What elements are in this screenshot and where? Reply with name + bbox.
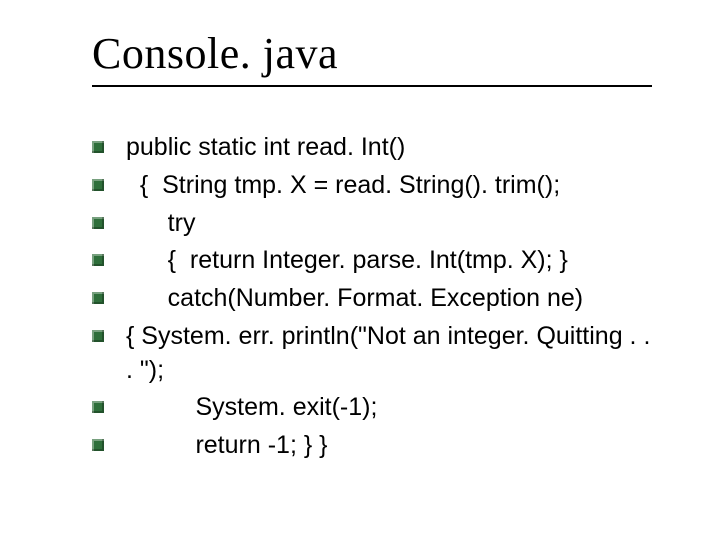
- list-item: public static int read. Int(): [92, 131, 660, 165]
- bullet-icon: [92, 217, 104, 229]
- list-item: { return Integer. parse. Int(tmp. X); }: [92, 244, 660, 278]
- bullet-icon: [92, 401, 104, 413]
- list-item: try: [92, 207, 660, 241]
- list-item: System. exit(-1);: [92, 391, 660, 425]
- bullet-icon: [92, 439, 104, 451]
- bullet-icon: [92, 330, 104, 342]
- code-line: System. exit(-1);: [126, 391, 660, 425]
- code-line: catch(Number. Format. Exception ne): [126, 282, 660, 316]
- code-line: { String tmp. X = read. String(). trim()…: [126, 169, 660, 203]
- bullet-icon: [92, 254, 104, 266]
- list-item: return -1; } }: [92, 429, 660, 463]
- list-item: { System. err. println("Not an integer. …: [92, 320, 660, 388]
- bullet-icon: [92, 141, 104, 153]
- slide-body: public static int read. Int() { String t…: [92, 131, 660, 463]
- title-underline: [92, 85, 652, 87]
- code-line: public static int read. Int(): [126, 131, 660, 165]
- code-line: try: [126, 207, 660, 241]
- bullet-icon: [92, 292, 104, 304]
- code-line: { System. err. println("Not an integer. …: [126, 320, 660, 388]
- code-line: { return Integer. parse. Int(tmp. X); }: [126, 244, 660, 278]
- list-item: catch(Number. Format. Exception ne): [92, 282, 660, 316]
- bullet-icon: [92, 179, 104, 191]
- code-line: return -1; } }: [126, 429, 660, 463]
- slide: Console. java public static int read. In…: [0, 0, 720, 540]
- list-item: { String tmp. X = read. String(). trim()…: [92, 169, 660, 203]
- slide-title: Console. java: [92, 28, 660, 79]
